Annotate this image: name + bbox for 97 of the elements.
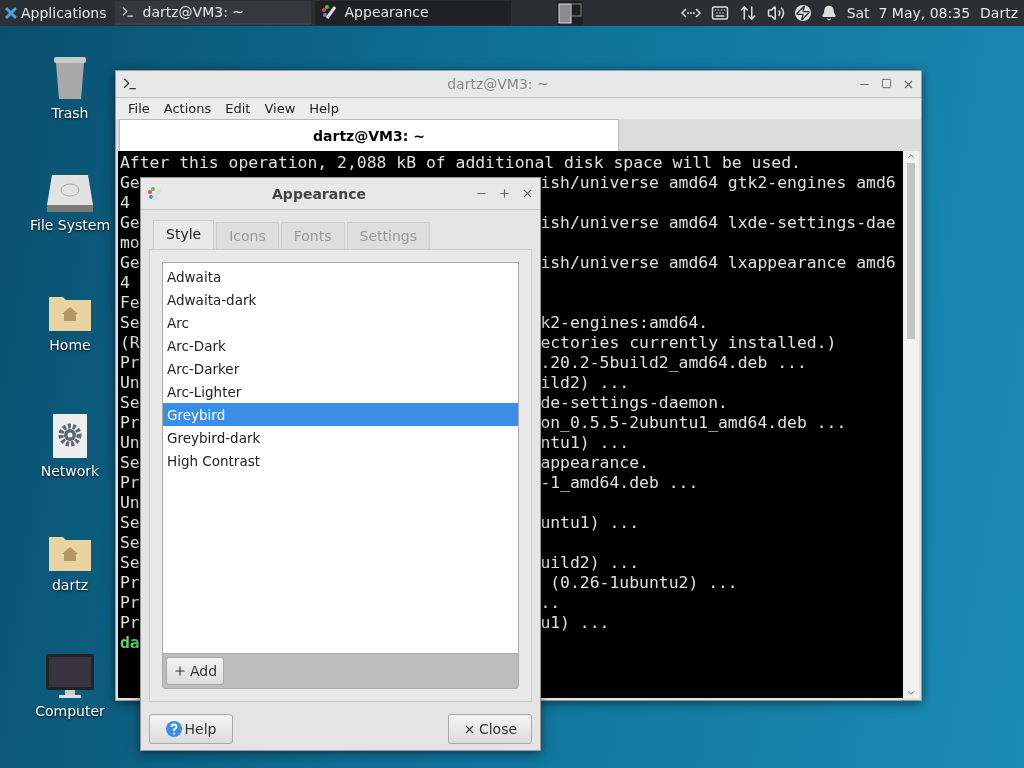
monitor-icon [45,653,95,699]
help-button[interactable]: Help [149,714,233,744]
terminal-text: 4 [120,273,130,293]
tab[interactable]: Style [153,220,215,249]
terminal-text: After this operation, 2,088 kB of additional disk space will be used. [120,153,801,173]
terminal-text: Un [120,493,140,513]
gear-document-icon [52,413,88,459]
terminal-text: Ge [120,213,140,233]
terminal-text: 4 [120,193,130,213]
theme-item[interactable]: Arc-Lighter [163,380,518,403]
power-icon[interactable] [794,5,811,21]
terminal-text: u1) ... [540,613,610,633]
terminal-text: ish/universe amd64 lxde-settings-dae [540,213,896,233]
terminal-text: Pr [120,353,140,373]
terminal-text: Un [120,373,140,393]
terminal-text: uild2) ... [540,553,640,573]
terminal-text: untu1) ... [540,513,640,533]
terminal-text: .20.2-5build2_amd64.deb ... [540,353,807,373]
scrollbar[interactable] [903,151,919,698]
terminal-text: Ge [120,253,140,273]
hard-drive-icon [46,173,94,213]
window-title: Appearance [271,185,367,202]
terminal-text: k2-engines:amd64. [540,313,709,333]
terminal-text: Se [120,553,140,573]
clock[interactable]: Sat 7 May, 08:35 [846,5,971,21]
window-title: dartz@VM3: ~ [446,76,550,92]
terminal-text: (R [120,333,140,353]
terminal-text: ectories currently installed.) [540,333,837,353]
terminal-text: Se [120,393,140,413]
terminal-text: Un [120,433,140,453]
workspace-switcher-icon[interactable] [556,1,583,25]
taskbar-button[interactable]: Appearance [314,1,511,25]
help-icon [165,721,182,737]
desktop-icon-label[interactable]: Trash [51,105,89,121]
plus-icon [173,664,187,678]
terminal-text: on_0.5.5-2ubuntu1_amd64.deb ... [540,413,847,433]
scroll-down-icon[interactable] [906,688,916,698]
terminal-text: ntu1) ... [540,433,630,453]
terminal-text: -1_amd64.deb ... [540,473,699,493]
terminal-text: (0.26-1ubuntu2) ... [549,573,738,593]
terminal-icon [120,5,135,19]
terminal-text: Ge [120,173,140,193]
menu-item[interactable]: Actions [163,101,212,116]
theme-item[interactable]: Arc-Dark [163,334,518,357]
theme-item[interactable]: Adwaita [163,265,518,288]
terminal-text: ish/universe amd64 lxappearance amd6 [540,253,896,273]
volume-icon[interactable] [766,4,785,22]
terminal-text: Pr [120,413,140,433]
terminal-text: mo [120,233,140,253]
menu-item[interactable]: File [128,101,150,116]
close-button[interactable]: Close [448,714,532,744]
paintbrush-icon [320,4,337,20]
close-icon[interactable] [521,187,534,200]
add-button[interactable]: Add [166,657,225,685]
terminal-text: appearance. [540,453,649,473]
scroll-up-icon[interactable] [906,151,916,161]
terminal-text: Pr [120,573,140,593]
taskbar-button[interactable]: dartz@VM3: ~ [114,1,311,25]
desktop-icon-label[interactable]: Home [49,337,91,353]
terminal-text: Se [120,453,140,473]
theme-item[interactable]: Adwaita-dark [163,288,518,311]
terminal-text: .. [540,593,561,613]
desktop-icon-label[interactable]: Network [40,463,100,479]
terminal-text: Pr [120,593,140,613]
applications-menu[interactable]: Applications [0,0,111,26]
maximize-icon[interactable] [881,77,892,89]
notification-bell-icon[interactable] [820,5,837,21]
terminal-text: ild2) ... [540,373,630,393]
terminal-text: Se [120,513,140,533]
scrollbar-thumb[interactable] [907,163,915,339]
network-arrows-icon[interactable] [680,7,701,19]
desktop-icon-label[interactable]: dartz [51,577,89,593]
menu-item[interactable]: View [264,101,296,116]
menu-item[interactable]: Help [309,101,339,116]
terminal-text: Pr [120,613,140,633]
terminal-text: ish/universe amd64 gtk2-engines amd6 [540,173,896,193]
terminal-icon [122,76,138,92]
terminal-text: Fe [120,293,140,313]
x-logo-icon [4,6,18,20]
terminal-text: Se [120,533,140,553]
terminal-text: Pr [120,473,140,493]
theme-item[interactable]: Arc-Darker [163,357,518,380]
desktop-icon-label[interactable]: File System [29,217,111,233]
theme-item[interactable]: Greybird-dark [163,426,518,449]
maximize-icon[interactable] [498,187,511,200]
terminal-text: Se [120,313,140,333]
paintbrush-icon [147,185,163,202]
keyboard-icon[interactable] [710,4,729,22]
terminal-text: de-settings-daemon. [540,393,728,413]
menu-item[interactable]: Edit [225,101,251,116]
transfer-arrows-icon[interactable] [738,4,757,22]
terminal-text: da [120,633,140,653]
user-name[interactable]: Dartz [980,5,1018,21]
theme-item[interactable]: Arc [163,311,518,334]
terminal-tab[interactable]: dartz@VM3: ~ [119,119,619,151]
theme-item[interactable]: High Contrast [163,449,518,472]
desktop-icon-label[interactable]: Computer [35,703,105,719]
